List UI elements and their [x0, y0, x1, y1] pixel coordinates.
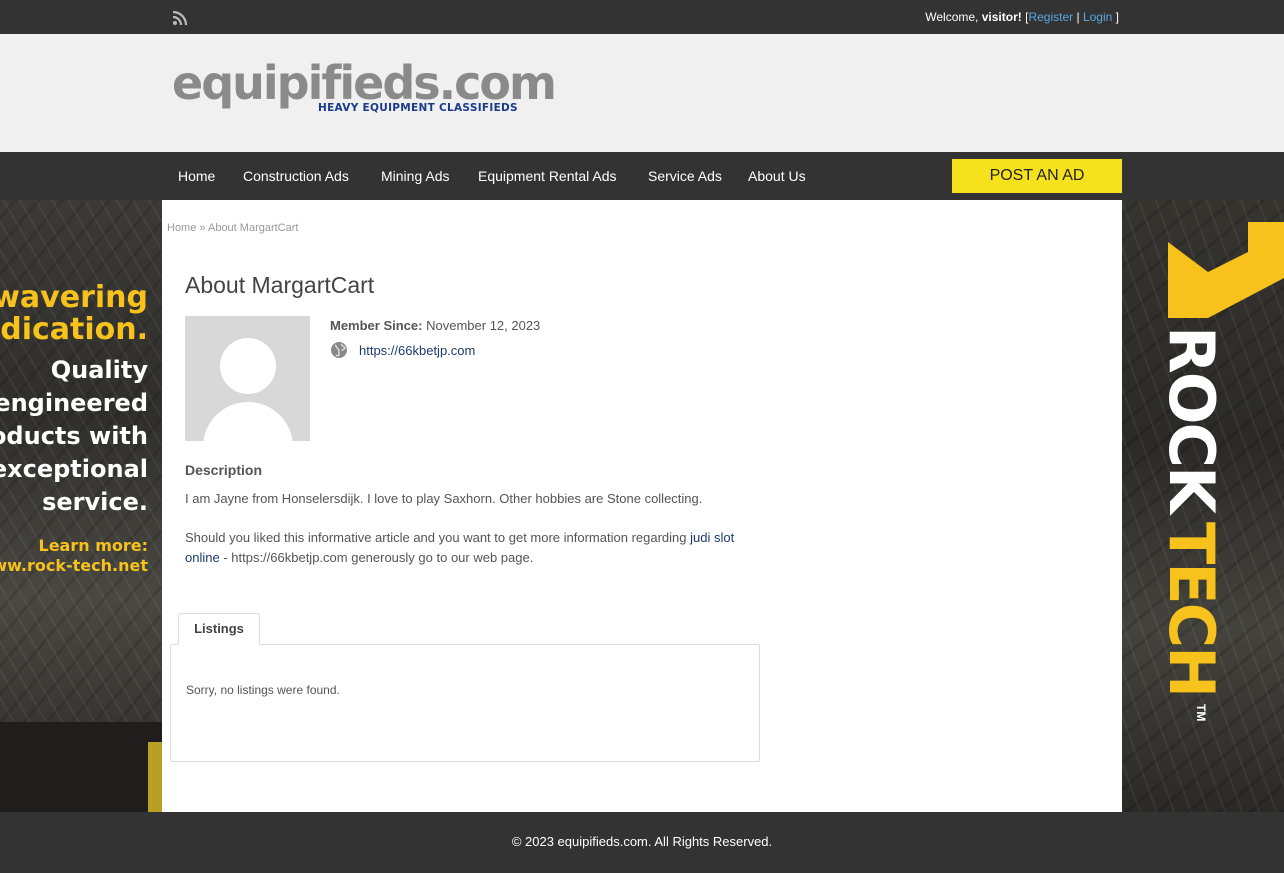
rss-icon[interactable]: [172, 10, 188, 26]
member-since-value: November 12, 2023: [426, 318, 541, 333]
description-p2-after: - https://66kbetjp.com generously go to …: [219, 550, 534, 565]
avatar-body-shape: [203, 402, 293, 441]
ad-body-line2: engineered: [0, 389, 148, 417]
logo-tagline: HEAVY EQUIPMENT CLASSIFIEDS: [318, 102, 518, 114]
ad-bottom-band: [0, 722, 162, 812]
rocktech-tech-text: TECH: [1162, 522, 1228, 696]
ad-body-line5: service.: [42, 488, 148, 516]
ad-headline-line1: nwavering: [0, 280, 148, 315]
trademark-mark: TM: [1194, 704, 1208, 722]
copyright-text: © 2023 equipifieds.com. All Rights Reser…: [511, 834, 773, 849]
ad-body-line3: oducts with: [0, 422, 148, 450]
bracket-close: ]: [1115, 10, 1119, 24]
breadcrumb: Home » About MargartCart: [167, 222, 298, 234]
ad-body-line4: exceptional: [0, 455, 148, 483]
description-line1: I am Jayne from Honselersdijk. I love to…: [185, 491, 703, 506]
nav-item-about-us[interactable]: About Us: [748, 168, 806, 184]
website-link[interactable]: https://66kbetjp.com: [359, 343, 475, 358]
right-ad-banner[interactable]: ROCK TECH TM: [1122, 200, 1284, 812]
ad-yellow-strip: [148, 742, 162, 812]
register-link[interactable]: Register: [1028, 10, 1073, 24]
rocktech-wordmark: ROCK TECH: [1162, 326, 1228, 696]
site-logo[interactable]: equipifieds.com HEAVY EQUIPMENT CLASSIFI…: [172, 56, 557, 120]
avatar-head-shape: [220, 338, 276, 394]
description-p2-before: Should you liked this informative articl…: [185, 530, 691, 545]
welcome-prefix: Welcome,: [925, 10, 979, 24]
nav-item-equipment-rental-ads[interactable]: Equipment Rental Ads: [478, 168, 617, 184]
visitor-name: visitor!: [981, 10, 1022, 24]
ad-learn-more: Learn more:: [38, 536, 149, 555]
no-listings-message: Sorry, no listings were found.: [186, 683, 340, 697]
login-link[interactable]: Login: [1083, 10, 1112, 24]
site-header: equipifieds.com HEAVY EQUIPMENT CLASSIFI…: [0, 34, 1284, 152]
rocktech-rock-text: ROCK: [1162, 326, 1228, 516]
description-paragraph2: Should you liked this informative articl…: [185, 528, 755, 568]
breadcrumb-current: About MargartCart: [207, 222, 299, 234]
nav-item-service-ads[interactable]: Service Ads: [648, 168, 722, 184]
member-since-label: Member Since:: [330, 318, 423, 333]
site-footer: © 2023 equipifieds.com. All Rights Reser…: [0, 812, 1284, 873]
globe-icon: [331, 342, 347, 358]
avatar: [185, 316, 310, 441]
main-content: Home » About MargartCart About MargartCa…: [162, 200, 1122, 812]
left-ad-banner[interactable]: nwavering edication. Quality engineered …: [0, 200, 162, 812]
nav-item-home[interactable]: Home: [178, 168, 215, 184]
ad-headline-line2: edication.: [0, 312, 148, 347]
breadcrumb-home[interactable]: Home: [167, 222, 196, 234]
page-title: About MargartCart: [185, 272, 375, 298]
listings-panel: Sorry, no listings were found.: [170, 644, 760, 762]
ad-body-line1: Quality: [50, 356, 148, 384]
main-nav: Home Construction Ads Mining Ads Equipme…: [0, 152, 1284, 200]
welcome-text: Welcome, visitor! [Register | Login ]: [925, 10, 1119, 24]
nav-item-mining-ads[interactable]: Mining Ads: [381, 168, 449, 184]
rocktech-chevron-logo: [1168, 222, 1284, 318]
ad-url: ww.rock-tech.net: [0, 556, 148, 575]
top-bar: Welcome, visitor! [Register | Login ]: [0, 0, 1284, 34]
description-heading: Description: [185, 462, 263, 478]
nav-item-construction-ads[interactable]: Construction Ads: [243, 168, 349, 184]
breadcrumb-separator: »: [199, 222, 206, 234]
link-separator: |: [1076, 10, 1080, 24]
post-ad-button[interactable]: POST AN AD: [952, 159, 1122, 193]
tab-listings[interactable]: Listings: [178, 613, 260, 645]
member-since: Member Since: November 12, 2023: [330, 318, 540, 333]
